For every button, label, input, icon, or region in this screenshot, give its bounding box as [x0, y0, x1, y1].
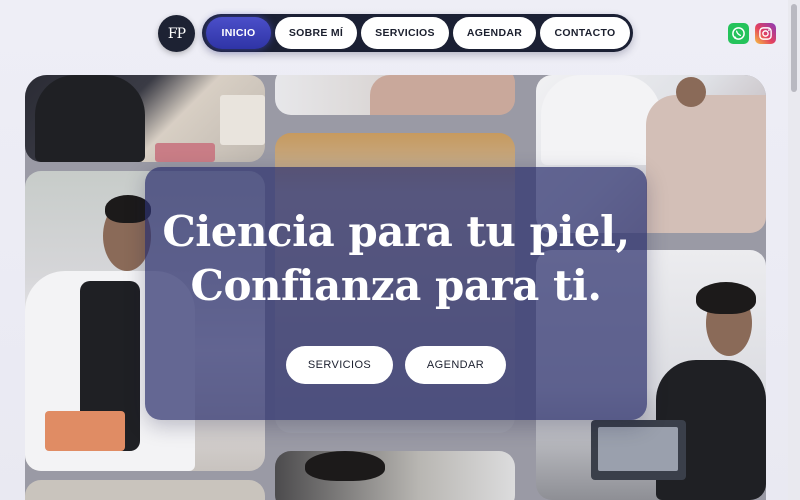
- hero-section: Ciencia para tu piel, Confianza para ti.…: [25, 75, 766, 500]
- agendar-button[interactable]: AGENDAR: [405, 346, 506, 384]
- hero-headline: Ciencia para tu piel, Confianza para ti.: [145, 205, 647, 313]
- whatsapp-icon[interactable]: [728, 23, 749, 44]
- nav-item-agendar[interactable]: AGENDAR: [453, 17, 536, 49]
- scrollbar-thumb[interactable]: [791, 4, 797, 92]
- logo[interactable]: FP: [158, 15, 195, 52]
- nav-item-sobre-mi[interactable]: SOBRE MÍ: [275, 17, 357, 49]
- hero-headline-line-1: Ciencia para tu piel,: [162, 207, 630, 256]
- photo-tile: [25, 480, 265, 500]
- nav-item-contacto[interactable]: CONTACTO: [540, 17, 630, 49]
- nav-item-inicio[interactable]: INICIO: [206, 17, 271, 49]
- nav-item-servicios[interactable]: SERVICIOS: [361, 17, 449, 49]
- scrollbar[interactable]: [788, 0, 800, 500]
- hero-headline-line-2: Confianza para ti.: [190, 261, 602, 310]
- photo-tile: [275, 75, 515, 115]
- photo-tile: [275, 451, 515, 500]
- hero-overlay: Ciencia para tu piel, Confianza para ti.…: [145, 167, 647, 420]
- servicios-button[interactable]: SERVICIOS: [286, 346, 393, 384]
- instagram-icon[interactable]: [755, 23, 776, 44]
- photo-tile: [25, 75, 265, 162]
- main-nav: INICIO SOBRE MÍ SERVICIOS AGENDAR CONTAC…: [202, 14, 633, 52]
